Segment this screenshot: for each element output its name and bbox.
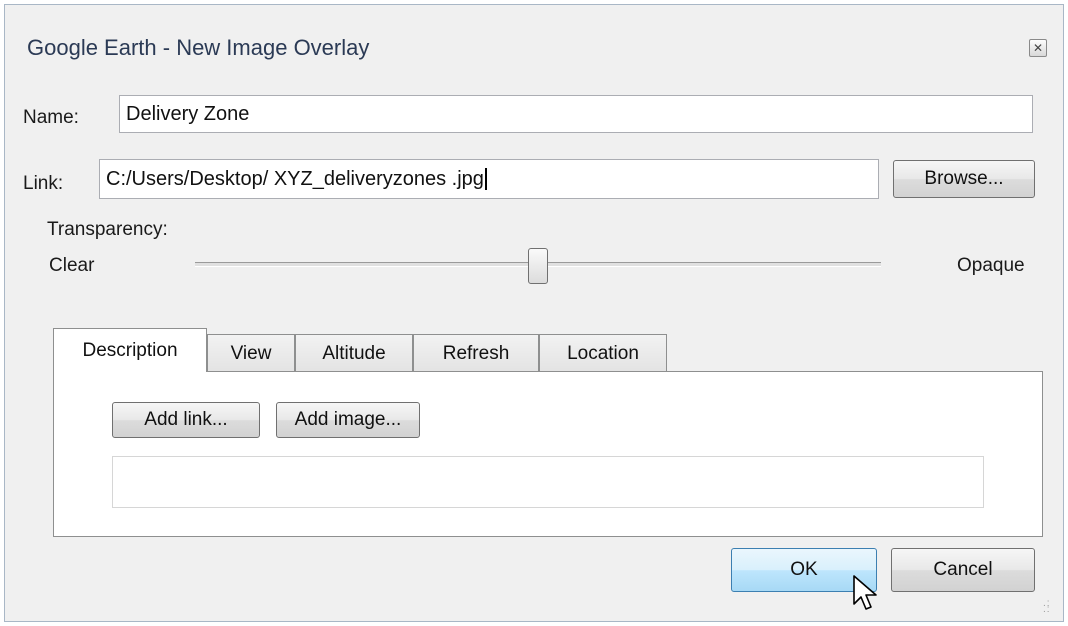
description-textarea[interactable] (112, 456, 984, 508)
clear-label: Clear (49, 255, 95, 276)
resize-grip-icon[interactable]: .:.: (1043, 599, 1057, 615)
close-icon[interactable]: ✕ (1029, 39, 1047, 57)
transparency-label: Transparency: (47, 219, 168, 240)
tab-view[interactable]: View (207, 334, 295, 372)
image-overlay-dialog: Google Earth - New Image Overlay ✕ Name:… (4, 4, 1064, 622)
mouse-pointer-icon (853, 575, 877, 610)
link-label: Link: (23, 173, 64, 194)
window-title: Google Earth - New Image Overlay (27, 35, 370, 60)
name-input-value: Delivery Zone (126, 102, 250, 125)
title-bar: Google Earth - New Image Overlay ✕ (5, 5, 1063, 83)
description-tab-panel: Add link... Add image... (53, 371, 1043, 537)
cancel-button[interactable]: Cancel (891, 548, 1035, 592)
tab-altitude[interactable]: Altitude (295, 334, 413, 372)
name-label: Name: (23, 107, 79, 128)
tab-description[interactable]: Description (53, 328, 207, 372)
add-image-button[interactable]: Add image... (276, 402, 420, 438)
tab-refresh[interactable]: Refresh (413, 334, 539, 372)
link-input-value: C:/Users/Desktop/ XYZ_deliveryzones .jpg (106, 167, 484, 190)
transparency-slider-thumb[interactable] (528, 248, 548, 284)
opaque-label: Opaque (957, 255, 1025, 276)
add-link-button[interactable]: Add link... (112, 402, 260, 438)
name-input[interactable]: Delivery Zone (119, 95, 1033, 133)
tab-location[interactable]: Location (539, 334, 667, 372)
text-caret (484, 168, 487, 190)
link-input[interactable]: C:/Users/Desktop/ XYZ_deliveryzones .jpg (99, 159, 879, 199)
browse-button[interactable]: Browse... (893, 160, 1035, 198)
